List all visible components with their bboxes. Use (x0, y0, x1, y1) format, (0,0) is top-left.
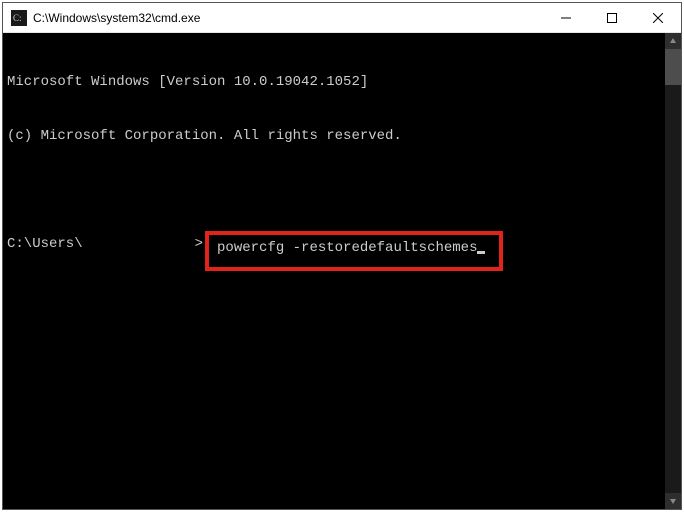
scroll-up-button[interactable] (665, 33, 681, 49)
redacted-username (83, 236, 195, 252)
copyright-line: (c) Microsoft Corporation. All rights re… (7, 127, 663, 145)
title-bar[interactable]: C: C:\Windows\system32\cmd.exe (3, 3, 681, 33)
cmd-window: C: C:\Windows\system32\cmd.exe Microsoft… (2, 2, 682, 510)
typed-command: powercfg -restoredefaultschemes (217, 240, 477, 256)
blank-line (7, 181, 663, 199)
version-line: Microsoft Windows [Version 10.0.19042.10… (7, 73, 663, 91)
command-highlight: powercfg -restoredefaultschemes (205, 231, 503, 271)
console-output[interactable]: Microsoft Windows [Version 10.0.19042.10… (3, 33, 665, 509)
svg-text:C:: C: (13, 13, 22, 23)
vertical-scrollbar[interactable] (665, 33, 681, 509)
console-area: Microsoft Windows [Version 10.0.19042.10… (3, 33, 681, 509)
scroll-thumb[interactable] (665, 49, 681, 85)
prompt-prefix: C:\Users\ (7, 235, 83, 253)
minimize-button[interactable] (543, 3, 589, 32)
text-cursor (477, 251, 485, 254)
maximize-button[interactable] (589, 3, 635, 32)
window-title: C:\Windows\system32\cmd.exe (33, 11, 543, 25)
window-controls (543, 3, 681, 32)
scroll-track[interactable] (665, 49, 681, 493)
scroll-down-button[interactable] (665, 493, 681, 509)
cmd-icon: C: (11, 10, 27, 26)
prompt-row: C:\Users\ > powercfg -restoredefaultscheme… (7, 235, 663, 271)
close-button[interactable] (635, 3, 681, 32)
prompt-suffix: > (195, 235, 203, 253)
